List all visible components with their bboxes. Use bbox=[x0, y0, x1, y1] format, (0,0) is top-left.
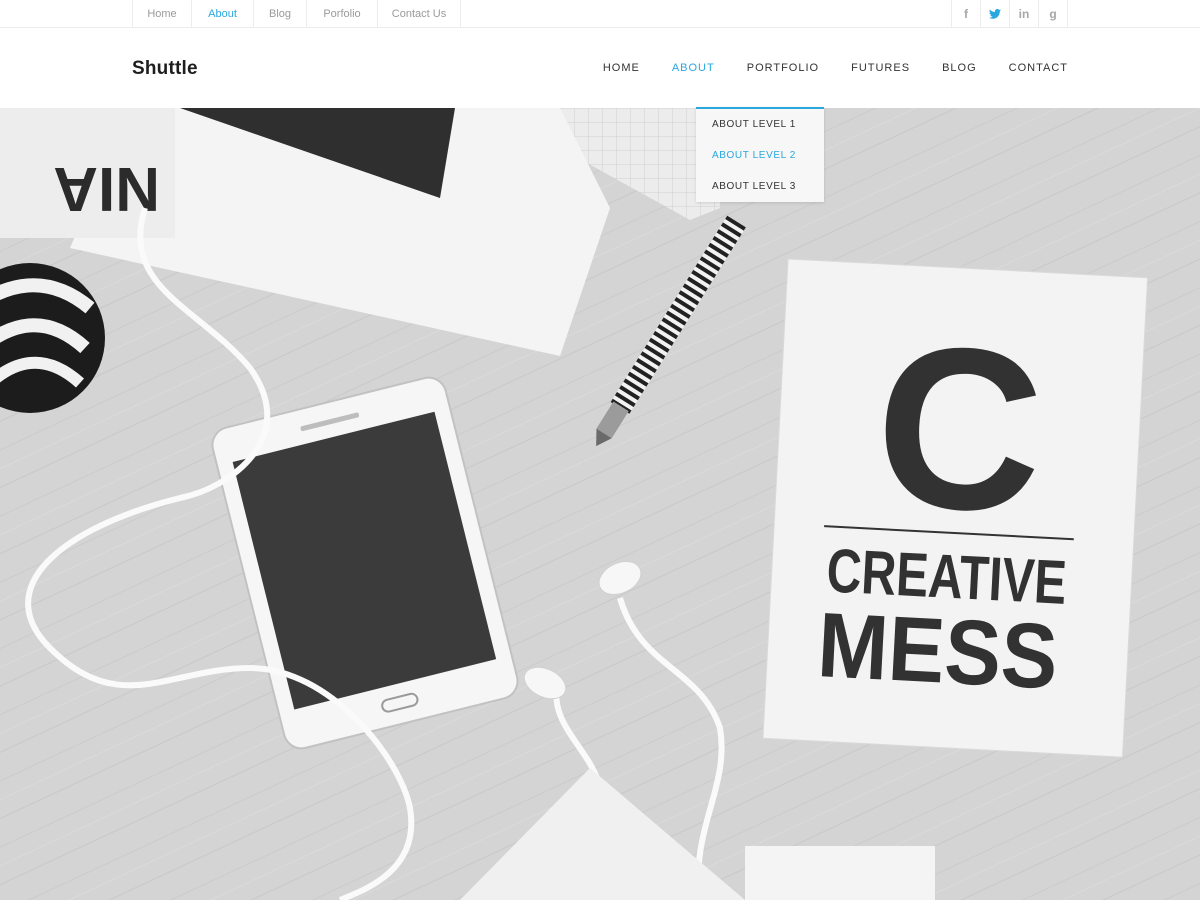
top-link-blog[interactable]: Blog bbox=[254, 0, 307, 28]
nav-contact[interactable]: CONTACT bbox=[1009, 29, 1068, 108]
nav-futures[interactable]: FUTURES bbox=[851, 29, 910, 108]
hero-illustration: NIA C CREATIVE MESS bbox=[0, 108, 1200, 900]
top-link-portfolio[interactable]: Porfolio bbox=[307, 0, 378, 28]
twitter-icon[interactable] bbox=[981, 0, 1010, 28]
top-link-home[interactable]: Home bbox=[133, 0, 192, 28]
top-bar-inner: Home About Blog Porfolio Contact Us f in… bbox=[132, 0, 1068, 28]
top-link-contact[interactable]: Contact Us bbox=[378, 0, 461, 28]
creative-mess-notebook: C CREATIVE MESS bbox=[762, 258, 1149, 758]
dropdown-item-about-level-3[interactable]: ABOUT LEVEL 3 bbox=[696, 171, 824, 202]
top-link-about[interactable]: About bbox=[192, 0, 254, 28]
nav-blog[interactable]: BLOG bbox=[942, 29, 977, 108]
hero-image: NIA C CREATIVE MESS bbox=[0, 108, 1200, 900]
main-header: Shuttle HOME ABOUT PORTFOLIO FUTURES BLO… bbox=[0, 29, 1200, 108]
about-dropdown-menu: ABOUT LEVEL 1 ABOUT LEVEL 2 ABOUT LEVEL … bbox=[696, 107, 824, 202]
notebook-line-2: MESS bbox=[815, 594, 1060, 708]
notebook-letter: C bbox=[870, 296, 1049, 561]
top-links: Home About Blog Porfolio Contact Us bbox=[132, 0, 1068, 28]
nav-home[interactable]: HOME bbox=[603, 29, 640, 108]
social-links: f in g bbox=[951, 0, 1068, 28]
linkedin-icon[interactable]: in bbox=[1010, 0, 1039, 28]
dropdown-item-about-level-1[interactable]: ABOUT LEVEL 1 bbox=[696, 109, 824, 140]
nav-portfolio[interactable]: PORTFOLIO bbox=[747, 29, 819, 108]
nav-about[interactable]: ABOUT bbox=[672, 29, 715, 108]
main-nav: HOME ABOUT PORTFOLIO FUTURES BLOG CONTAC… bbox=[571, 29, 1068, 108]
bottom-note bbox=[745, 846, 935, 900]
google-plus-icon[interactable]: g bbox=[1039, 0, 1068, 28]
facebook-icon[interactable]: f bbox=[952, 0, 981, 28]
twitter-bird-glyph bbox=[989, 9, 1001, 19]
top-bar: Home About Blog Porfolio Contact Us f in… bbox=[0, 0, 1200, 28]
dropdown-item-about-level-2[interactable]: ABOUT LEVEL 2 bbox=[696, 140, 824, 171]
site-logo[interactable]: Shuttle bbox=[132, 58, 198, 80]
